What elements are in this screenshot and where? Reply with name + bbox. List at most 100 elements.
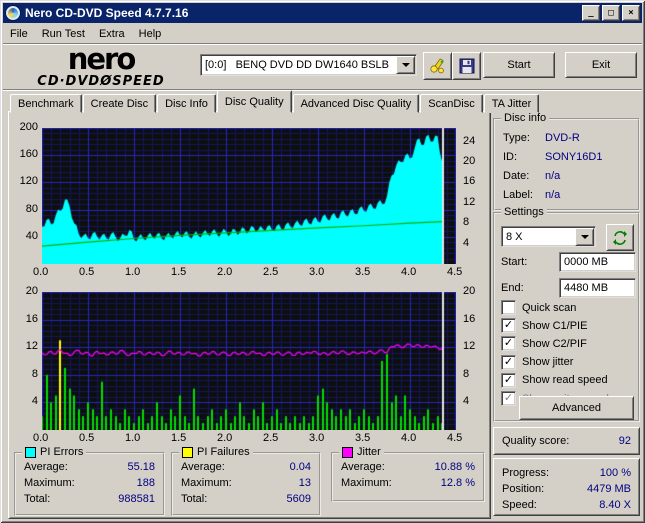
x-tick-label: 1.5 [170, 432, 187, 444]
pi-errors-x-axis: 0.0 0.5 1.0 1.5 2.0 2.5 3.0 3.5 4.0 4.5 [33, 266, 462, 280]
stats-row: Maximum: 13 [173, 475, 319, 491]
stats-label: Maximum: [24, 477, 75, 489]
start-position-label: Start: [501, 256, 528, 268]
window-title: Nero CD-DVD Speed 4.7.7.16 [25, 6, 189, 20]
x-tick-label: 3.0 [308, 432, 325, 444]
save-button[interactable] [452, 52, 481, 80]
x-tick-label: 2.0 [216, 266, 233, 278]
app-window: { "window": { "title": "Nero CD-DVD Spee… [0, 0, 645, 523]
tab-advanced-disc-quality[interactable]: Advanced Disc Quality [292, 94, 420, 113]
x-tick-label: 1.0 [124, 432, 141, 444]
stats-value: 988581 [118, 493, 155, 505]
stats-row: Total: 988581 [16, 491, 163, 507]
checkbox-row-show-jitter[interactable]: ✓ Show jitter [501, 354, 573, 370]
x-tick-label: 2.5 [263, 266, 279, 278]
y-tick-label: 40 [25, 229, 38, 242]
y-tick-label: 4 [31, 395, 38, 408]
tab-benchmark[interactable]: Benchmark [10, 94, 82, 113]
close-button[interactable]: × [622, 5, 640, 21]
refresh-button[interactable] [606, 224, 634, 251]
end-position-field[interactable] [559, 278, 636, 298]
start-position-field[interactable] [559, 252, 636, 272]
y-tick-label: 4 [463, 236, 470, 249]
start-button[interactable]: Start [483, 52, 555, 78]
quality-score-panel: Quality score: 92 [493, 427, 640, 455]
checkbox-checked[interactable]: ✓ [501, 336, 516, 352]
checkbox-checked[interactable]: ✓ [501, 372, 516, 388]
tab-scandisc[interactable]: ScanDisc [420, 94, 483, 113]
stats-group-name: Jitter [357, 446, 381, 458]
exit-button[interactable]: Exit [565, 52, 637, 78]
y-tick-label: 8 [31, 367, 38, 380]
stats-group-pi-failures: PI Failures Average: 0.04 Maximum: 13 Total: 5… [171, 446, 321, 516]
progress-value: 100 % [599, 467, 631, 479]
y-tick-label: 12 [463, 340, 476, 353]
stats-label: Total: [181, 493, 208, 505]
tab-disc-info[interactable]: Disc Info [157, 94, 216, 113]
checkbox-label: Show read speed [522, 374, 608, 387]
checkbox-row-show-c2-pif[interactable]: ✓ Show C2/PIF [501, 336, 587, 352]
title-bar[interactable]: Nero CD-DVD Speed 4.7.7.16 _ □ × [3, 3, 642, 23]
checkbox-checked[interactable]: ✓ [501, 318, 516, 334]
minimize-button[interactable]: _ [582, 5, 600, 21]
drive-selector[interactable]: [0:0] BENQ DVD DD DW1640 BSLB [200, 54, 417, 76]
pi-failures-chart: 20 16 12 8 4 20 16 12 8 4 0.0 0.5 1.0 1.5 2.0 2.5 3.0 3… [10, 285, 486, 450]
y-tick-label: 16 [463, 175, 476, 188]
maximize-button[interactable]: □ [602, 5, 620, 21]
disc-info-label: Label: [503, 189, 533, 201]
quality-score-value: 92 [618, 435, 631, 447]
x-tick-label: 1.0 [124, 266, 141, 278]
menu-item-run-test[interactable]: Run Test [35, 26, 92, 42]
tools-button[interactable] [423, 52, 452, 80]
pi-failures-x-axis: 0.0 0.5 1.0 1.5 2.0 2.5 3.0 3.5 4.0 4.5 [33, 432, 462, 446]
chevron-down-icon [580, 234, 589, 239]
menu-item-file[interactable]: File [3, 26, 35, 42]
progress-label: Position: [502, 483, 545, 495]
tab-ta-jitter[interactable]: TA Jitter [483, 94, 540, 113]
stats-group-name: PI Failures [197, 446, 250, 458]
checkbox-checked[interactable]: ✓ [501, 354, 516, 370]
x-tick-label: 0.0 [33, 432, 49, 444]
stats-value: 13 [298, 477, 311, 489]
menu-item-extra[interactable]: Extra [92, 26, 132, 42]
advanced-button[interactable]: Advanced [519, 396, 634, 420]
y-tick-label: 16 [463, 312, 476, 325]
stats-value: 188 [136, 477, 155, 489]
y-tick-label: 20 [25, 285, 38, 297]
save-icon [459, 58, 474, 74]
stats-row: Average: 10.88 % [333, 459, 483, 475]
y-tick-label: 16 [25, 312, 38, 325]
stats-value: 55.18 [127, 461, 155, 473]
scan-speed-select[interactable]: 8 X [501, 226, 596, 247]
x-tick-label: 2.5 [263, 432, 279, 444]
checkbox-row-show-c1-pie[interactable]: ✓ Show C1/PIE [501, 318, 587, 334]
end-position-label: End: [501, 282, 524, 294]
progress-row: Speed: 8.40 X [494, 497, 639, 513]
disc-info-value: n/a [545, 170, 561, 182]
stats-label: Average: [24, 461, 68, 473]
stats-value: 5609 [286, 493, 311, 505]
checkbox-row-quick-scan[interactable]: Quick scan [501, 300, 576, 315]
checkbox-checked[interactable]: ✓ [501, 391, 516, 406]
disc-info-value: n/a [545, 189, 561, 201]
checkbox-label: Quick scan [522, 301, 577, 314]
tab-create-disc[interactable]: Create Disc [82, 94, 157, 113]
checkbox-row-show-read-speed[interactable]: ✓ Show read speed [501, 372, 608, 388]
stats-group-title: Jitter [339, 446, 384, 458]
drive-selector-dropdown-button[interactable] [396, 56, 415, 74]
y-tick-label: 24 [463, 134, 476, 147]
checkbox-unchecked[interactable] [501, 300, 516, 315]
scan-speed-dropdown-button[interactable] [575, 227, 594, 246]
y-tick-label: 12 [25, 340, 38, 353]
menu-item-help[interactable]: Help [132, 26, 169, 42]
read-speed-right-axis: 24 20 16 12 8 4 [460, 128, 486, 264]
stats-group-name: PI Errors [40, 446, 84, 458]
progress-panel: Progress: 100 % Position: 4479 MB Speed: 8.40… [493, 458, 640, 516]
pi-failures-left-axis: 20 16 12 8 4 [10, 285, 40, 430]
disc-info-row: ID: SONY16D1 [503, 151, 630, 163]
tab-disc-quality[interactable]: Disc Quality [216, 90, 292, 113]
tools-icon [429, 58, 444, 74]
stats-label: Average: [341, 461, 385, 473]
disc-info-row: Label: n/a [503, 189, 630, 201]
tab-strip: Benchmark Create Disc Disc Info Disc Qualit… [10, 90, 540, 113]
